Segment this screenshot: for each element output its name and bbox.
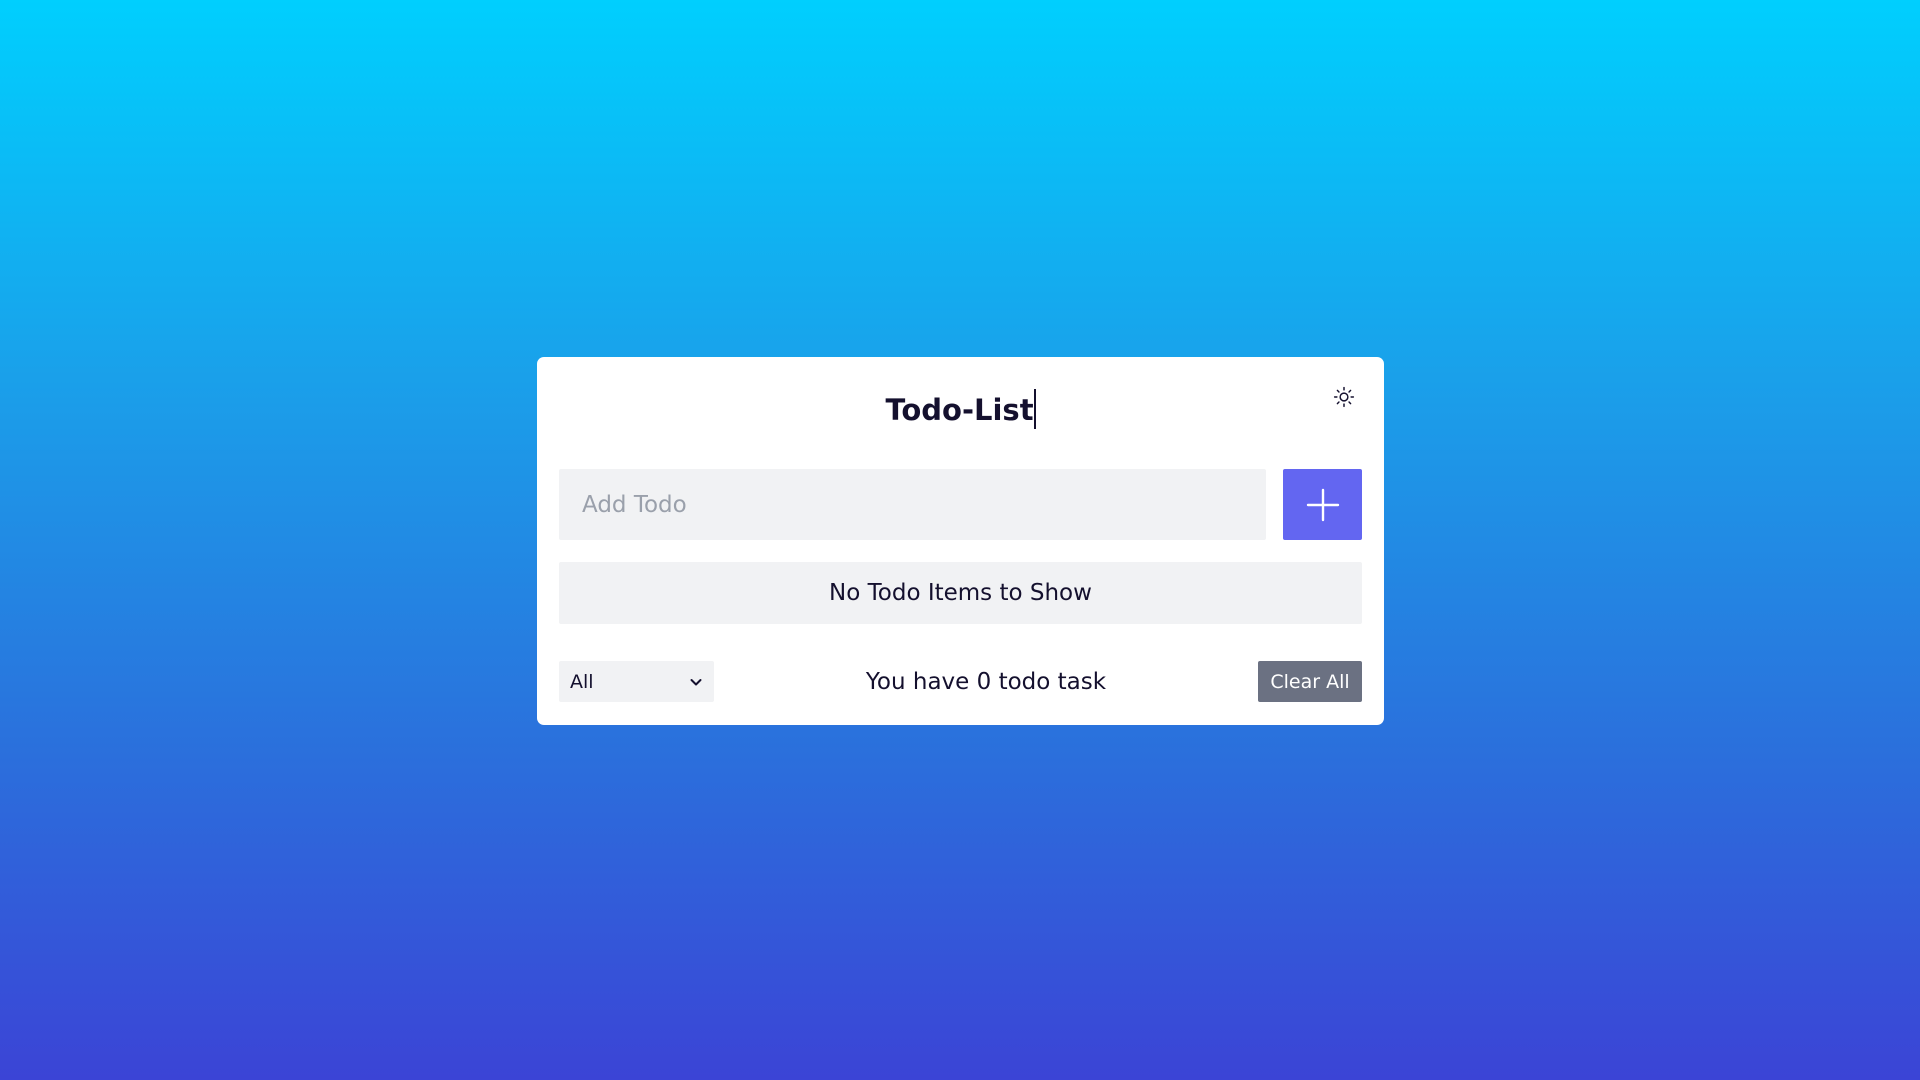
page-title: Todo-List (885, 393, 1034, 427)
add-todo-input[interactable] (559, 469, 1266, 540)
sun-icon (1333, 386, 1355, 408)
text-caret (1033, 389, 1036, 429)
footer: All You have 0 todo task Clear All (559, 661, 1362, 702)
filter-select[interactable]: All (559, 661, 714, 702)
chevron-down-icon (690, 678, 702, 685)
add-todo-row (559, 469, 1362, 540)
add-todo-button[interactable] (1283, 469, 1362, 540)
empty-list-message-box: No Todo Items to Show (559, 562, 1362, 624)
page-title-wrapper: Todo-List (537, 389, 1384, 432)
clear-all-button[interactable]: Clear All (1258, 661, 1362, 702)
filter-selected-value: All (570, 670, 594, 693)
todo-card: Todo-List No Todo Items t (537, 357, 1384, 725)
empty-list-message: No Todo Items to Show (829, 580, 1092, 606)
theme-toggle-button[interactable] (1330, 383, 1358, 411)
header: Todo-List (537, 357, 1384, 467)
task-count: You have 0 todo task (714, 661, 1258, 702)
task-count-text: You have 0 todo task (865, 668, 1107, 695)
plus-icon (1306, 488, 1339, 521)
